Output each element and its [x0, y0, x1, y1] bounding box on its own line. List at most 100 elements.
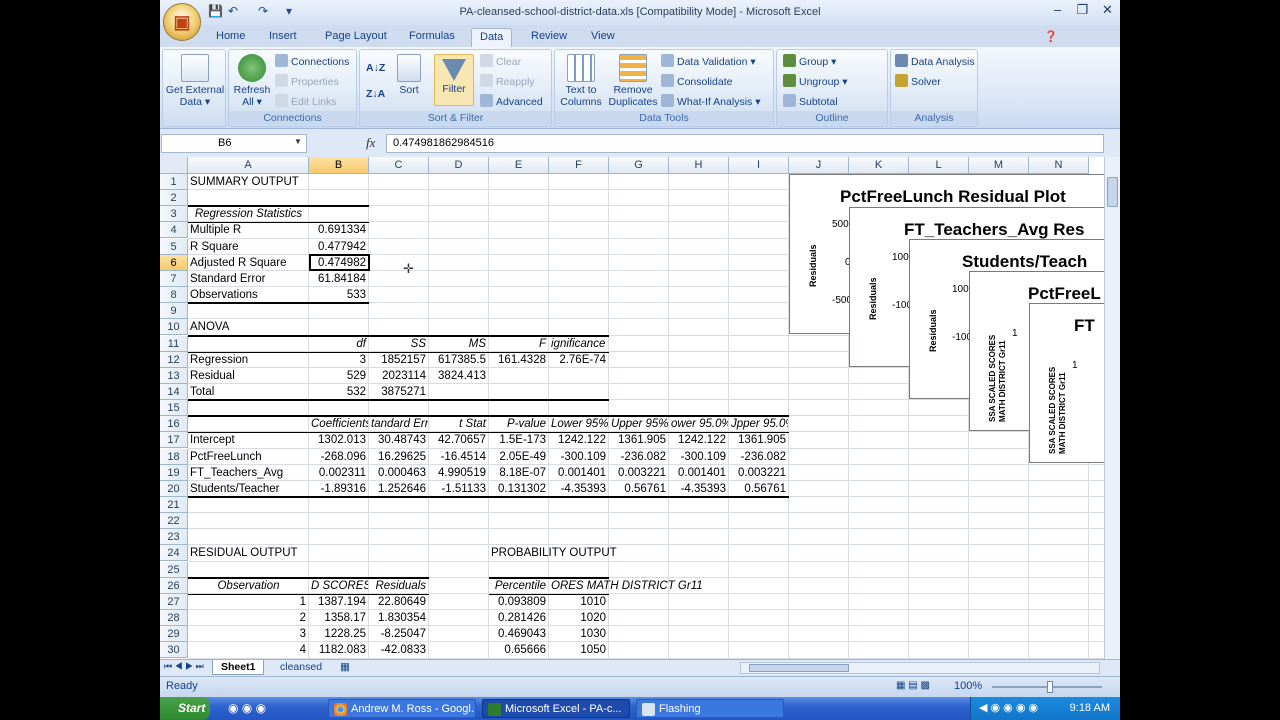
taskbar-flashing[interactable]: Flashing	[636, 699, 784, 718]
row-header-21[interactable]: 21	[160, 497, 188, 513]
solver-button[interactable]: Solver	[895, 74, 941, 90]
cell-b12[interactable]: 3	[311, 352, 368, 368]
cell-c29[interactable]: -8.25047	[371, 626, 428, 642]
select-all-corner[interactable]	[160, 157, 188, 174]
cell-i17[interactable]: 1361.905	[731, 432, 788, 448]
column-header-n[interactable]: N	[1029, 157, 1089, 174]
edit-links-button[interactable]: Edit Links	[275, 94, 337, 110]
cell-a28[interactable]: 2	[190, 610, 308, 626]
cell-c20[interactable]: 1.252646	[371, 481, 428, 497]
row-header-8[interactable]: 8	[160, 287, 188, 304]
row-header-19[interactable]: 19	[160, 464, 188, 481]
cell-i16[interactable]: Jpper 95.0%	[731, 416, 788, 432]
start-button[interactable]: Start	[160, 697, 210, 720]
cell-h20[interactable]: -4.35393	[671, 481, 728, 497]
cell-a30[interactable]: 4	[190, 642, 308, 658]
cell-e11[interactable]: F	[491, 336, 548, 352]
minimize-button[interactable]: –	[1045, 2, 1070, 20]
row-header-23[interactable]: 23	[160, 529, 188, 546]
cell-a20[interactable]: Students/Teacher	[190, 481, 280, 497]
cell-d19[interactable]: 4.990519	[431, 465, 488, 481]
cell-e29[interactable]: 0.469043	[491, 626, 548, 642]
sort-ascending-icon[interactable]: A↓Z	[366, 60, 385, 76]
cell-e17[interactable]: 1.5E-173	[491, 432, 548, 448]
column-header-b[interactable]: B	[309, 157, 369, 174]
cell-f17[interactable]: 1242.122	[551, 432, 608, 448]
remove-duplicates-button[interactable]: Remove Duplicates	[607, 54, 659, 108]
cell-a29[interactable]: 3	[190, 626, 308, 642]
cell-a12[interactable]: Regression	[190, 352, 248, 368]
row-header-20[interactable]: 20	[160, 480, 188, 497]
formula-input[interactable]: 0.474981862984516	[386, 134, 1104, 153]
cell-h19[interactable]: 0.001401	[671, 465, 728, 481]
sort-descending-icon[interactable]: Z↓A	[366, 86, 385, 102]
row-header-12[interactable]: 12	[160, 351, 188, 368]
cell-h18[interactable]: -300.109	[671, 449, 728, 465]
cell-g17[interactable]: 1361.905	[611, 432, 668, 448]
cell-d16[interactable]: t Stat	[431, 416, 488, 432]
cell-d18[interactable]: -16.4514	[431, 449, 488, 465]
quick-launch-icons[interactable]: ◉ ◉ ◉	[228, 701, 266, 715]
cell-d17[interactable]: 42.70657	[431, 432, 488, 448]
row-header-5[interactable]: 5	[160, 238, 188, 255]
cell-c26[interactable]: Residuals	[371, 578, 428, 594]
help-icon[interactable]: ❓	[1036, 28, 1066, 47]
cell-b17[interactable]: 1302.013	[311, 432, 368, 448]
cell-a5[interactable]: R Square	[190, 239, 239, 255]
row-header-11[interactable]: 11	[160, 335, 188, 352]
name-box[interactable]: B6	[161, 134, 307, 153]
cell-e12[interactable]: 161.4328	[491, 352, 548, 368]
cell-b29[interactable]: 1228.25	[311, 626, 368, 642]
cell-c16[interactable]: tandard Err	[371, 416, 428, 432]
column-header-d[interactable]: D	[429, 157, 489, 174]
cell-g18[interactable]: -236.082	[611, 449, 668, 465]
column-header-l[interactable]: L	[909, 157, 969, 174]
cell-b7[interactable]: 61.84184	[311, 271, 368, 287]
cell-b27[interactable]: 1387.194	[311, 594, 368, 610]
sheet-tab-sheet1[interactable]: Sheet1	[212, 660, 265, 675]
row-header-28[interactable]: 28	[160, 610, 188, 627]
cell-f11[interactable]: ignificance F	[551, 336, 608, 352]
cell-f27[interactable]: 1010	[551, 594, 608, 610]
row-header-22[interactable]: 22	[160, 513, 188, 530]
cell-a27[interactable]: 1	[190, 594, 308, 610]
cell-a14[interactable]: Total	[190, 384, 214, 400]
cell-c27[interactable]: 22.80649	[371, 594, 428, 610]
column-header-m[interactable]: M	[969, 157, 1029, 174]
filter-button[interactable]: Filter	[434, 54, 474, 106]
cell-e18[interactable]: 2.05E-49	[491, 449, 548, 465]
cell-e26[interactable]: Percentile	[491, 578, 548, 594]
properties-button[interactable]: Properties	[275, 74, 339, 90]
column-header-i[interactable]: I	[729, 157, 789, 174]
row-header-25[interactable]: 25	[160, 561, 188, 578]
row-header-4[interactable]: 4	[160, 222, 188, 239]
cell-e28[interactable]: 0.281426	[491, 610, 548, 626]
row-header-14[interactable]: 14	[160, 383, 188, 400]
cell-d12[interactable]: 617385.5	[431, 352, 488, 368]
row-header-30[interactable]: 30	[160, 642, 188, 659]
cell-f28[interactable]: 1020	[551, 610, 608, 626]
cell-a6[interactable]: Adjusted R Square	[190, 255, 287, 271]
cell-b18[interactable]: -268.096	[311, 449, 368, 465]
cell-a7[interactable]: Standard Error	[190, 271, 265, 287]
worksheet-grid[interactable]: ABCDEFGHIJKLMN 1 2 3 4 5 6 7 8 9 10 11 12 13 14 15 16 17…	[160, 157, 1104, 659]
tray-icons[interactable]: ◀ ◉ ◉ ◉ ◉	[979, 701, 1038, 714]
tab-formulas[interactable]: Formulas	[401, 28, 463, 47]
tab-insert[interactable]: Insert	[261, 28, 305, 47]
cell-d13[interactable]: 3824.413	[431, 368, 488, 384]
sheet-tab-cleansed[interactable]: cleansed	[272, 660, 330, 675]
cell-b20[interactable]: -1.89316	[311, 481, 368, 497]
connections-button[interactable]: Connections	[275, 54, 349, 70]
row-header-18[interactable]: 18	[160, 448, 188, 465]
cell-b30[interactable]: 1182.083	[311, 642, 368, 658]
zoom-slider-thumb[interactable]	[1047, 681, 1053, 693]
cell-g19[interactable]: 0.003221	[611, 465, 668, 481]
advanced-filter-button[interactable]: Advanced	[480, 94, 543, 110]
reapply-button[interactable]: Reapply	[480, 74, 535, 90]
cell-f26[interactable]: ORES MATH DISTRICT Gr11	[551, 578, 703, 594]
column-header-f[interactable]: F	[549, 157, 609, 174]
row-header-9[interactable]: 9	[160, 303, 188, 320]
horizontal-scrollbar[interactable]	[740, 662, 1100, 674]
cell-d20[interactable]: -1.51133	[431, 481, 488, 497]
column-header-j[interactable]: J	[789, 157, 849, 174]
